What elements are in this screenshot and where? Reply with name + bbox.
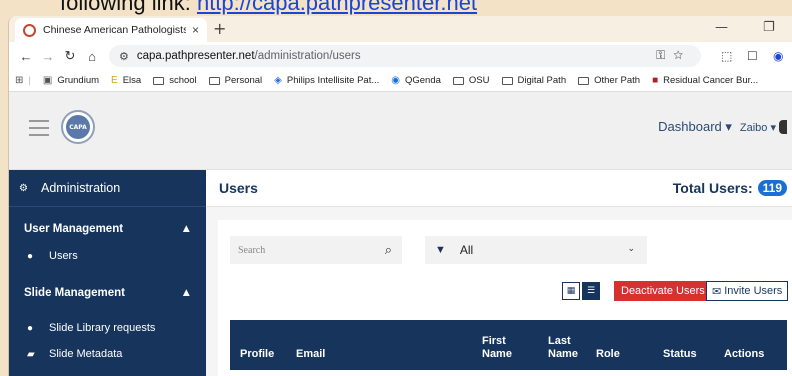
folder-icon xyxy=(501,76,513,85)
philips-icon: ◈ xyxy=(274,75,282,86)
reading-list-icon[interactable]: ☐ xyxy=(747,49,758,63)
bookmark-digital-path[interactable]: Digital Path xyxy=(501,75,566,86)
sidebar-item-users[interactable]: ● Users xyxy=(9,243,206,269)
chevron-up-icon: ▲ xyxy=(180,223,192,235)
folder-icon xyxy=(452,76,464,85)
column-header-status[interactable]: Status xyxy=(663,348,697,361)
grundium-icon: ▣ xyxy=(42,75,53,86)
column-header-actions[interactable]: Actions xyxy=(724,348,764,361)
qgenda-icon: ◉ xyxy=(391,75,400,86)
caption-link[interactable]: http://capa.pathpresenter.net xyxy=(197,0,477,15)
column-header-profile[interactable]: Profile xyxy=(240,348,274,361)
envelope-icon: ✉ xyxy=(712,285,722,298)
bookmark-personal[interactable]: Personal xyxy=(208,75,262,86)
admin-sidebar: ⚙ Administration User Management ▲ ● Use… xyxy=(9,170,206,376)
apps-icon[interactable]: ⊞ | xyxy=(15,75,31,86)
forward-icon[interactable]: → xyxy=(37,49,59,64)
users-table-header: Profile Email First Name Last Name Role … xyxy=(230,320,787,370)
bookmark-star-icon[interactable]: ⚿☆ xyxy=(656,48,691,63)
folder-icon xyxy=(578,76,590,85)
restore-icon[interactable]: ❐ xyxy=(763,20,775,35)
reload-icon[interactable]: ↻ xyxy=(59,48,81,64)
list-view-icon[interactable]: ☰ xyxy=(582,282,600,300)
url-host: capa.pathpresenter.net xyxy=(136,50,255,62)
main-content: Users Total Users: 119 Search ⌕ ▼ All ⌄ … xyxy=(206,170,792,376)
avatar[interactable] xyxy=(779,120,787,134)
minimize-icon[interactable]: — xyxy=(715,20,728,35)
sidebar-title: ⚙ Administration xyxy=(9,170,206,207)
user-icon: ● xyxy=(27,250,34,262)
sidebar-item-slide-metadata[interactable]: ▰ Slide Metadata xyxy=(9,341,206,367)
menu-icon[interactable] xyxy=(29,120,49,141)
bookmark-school[interactable]: school xyxy=(153,75,197,86)
sidebar-section-user-management[interactable]: User Management ▲ xyxy=(9,215,206,243)
home-icon[interactable]: ⌂ xyxy=(81,49,103,64)
table-row[interactable] xyxy=(230,370,787,376)
role-filter-select[interactable]: ▼ All ⌄ xyxy=(425,236,647,264)
folder-icon xyxy=(208,76,220,85)
folder-icon xyxy=(153,76,165,85)
search-input[interactable]: Search ⌕ xyxy=(230,236,402,264)
caption-prefix: following link: xyxy=(60,0,197,15)
user-icon: ● xyxy=(27,322,34,334)
column-header-role[interactable]: Role xyxy=(596,348,620,361)
capa-logo[interactable]: CAPA xyxy=(61,110,95,144)
page-header: Users Total Users: 119 xyxy=(206,170,792,207)
chevron-up-icon: ▲ xyxy=(180,287,192,299)
address-bar: ← → ↻ ⌂ ⚙ capa.pathpresenter.net/adminis… xyxy=(9,42,792,70)
view-toggle: ▦ ☰ xyxy=(562,282,602,300)
site-info-icon[interactable]: ⚙ xyxy=(119,50,129,63)
bookmark-osu[interactable]: OSU xyxy=(452,75,490,86)
bookmark-other-path[interactable]: Other Path xyxy=(578,75,640,86)
sidebar-item-slide-library-requests[interactable]: ● Slide Library requests xyxy=(9,315,206,341)
app-header: CAPA Dashboard ▾ Zaibo ▾ xyxy=(9,92,792,170)
column-header-first-name[interactable]: First Name xyxy=(482,335,516,361)
tab-title: Chinese American Pathologists xyxy=(43,24,186,36)
bookmark-qgenda[interactable]: ◉ QGenda xyxy=(391,75,441,86)
extensions-icon[interactable]: ⬚ xyxy=(721,49,732,63)
book-icon: ▰ xyxy=(27,348,35,360)
deactivate-users-button[interactable]: Deactivate Users xyxy=(614,281,712,301)
user-menu[interactable]: Zaibo ▾ xyxy=(740,121,776,134)
invite-users-button[interactable]: ✉ Invite Users xyxy=(706,281,789,301)
sidebar-section-slide-management[interactable]: Slide Management ▲ xyxy=(9,279,206,307)
profile-icon[interactable]: ◉ xyxy=(773,49,783,63)
url-path: /administration/users xyxy=(254,50,361,62)
bookmark-philips[interactable]: ◈ Philips Intellisite Pat... xyxy=(274,75,379,86)
capa-favicon-icon xyxy=(23,23,36,37)
elsa-icon: E xyxy=(111,75,118,86)
grid-view-icon[interactable]: ▦ xyxy=(562,282,580,300)
back-icon[interactable]: ← xyxy=(15,49,37,64)
tab-bar: Chinese American Pathologists × + — ❐ xyxy=(9,16,792,42)
total-users-badge: 119 xyxy=(757,180,787,196)
bookmark-grundium[interactable]: ▣ Grundium xyxy=(43,75,99,86)
capa-app: CAPA Dashboard ▾ Zaibo ▾ ⚙ Administratio… xyxy=(9,92,792,376)
close-tab-icon[interactable]: × xyxy=(192,23,199,37)
browser-tab[interactable]: Chinese American Pathologists × xyxy=(15,18,207,42)
rcb-icon: ■ xyxy=(652,75,659,86)
bookmarks-bar: ⊞ | ▣ Grundium E Elsa school Personal ◈ Phil… xyxy=(9,70,792,92)
total-users: Total Users: 119 xyxy=(673,180,787,196)
browser-window: Chinese American Pathologists × + — ❐ ← … xyxy=(8,16,792,376)
search-icon[interactable]: ⌕ xyxy=(385,242,392,258)
users-card: Search ⌕ ▼ All ⌄ ▦ ☰ Deactivate Users ✉ … xyxy=(218,220,792,376)
filter-icon: ▼ xyxy=(435,244,446,256)
gear-icon: ⚙ xyxy=(19,182,28,194)
column-header-last-name[interactable]: Last Name xyxy=(548,335,582,361)
dashboard-menu[interactable]: Dashboard ▾ xyxy=(658,119,732,135)
bookmark-elsa[interactable]: E Elsa xyxy=(111,75,141,86)
bookmark-residual-cancer[interactable]: ■ Residual Cancer Bur... xyxy=(652,75,758,86)
url-field[interactable]: ⚙ capa.pathpresenter.net/administration/… xyxy=(109,45,701,67)
column-header-email[interactable]: Email xyxy=(296,348,325,361)
chevron-down-icon: ⌄ xyxy=(627,243,635,253)
page-title: Users xyxy=(219,180,258,196)
new-tab-button[interactable]: + xyxy=(213,19,226,38)
